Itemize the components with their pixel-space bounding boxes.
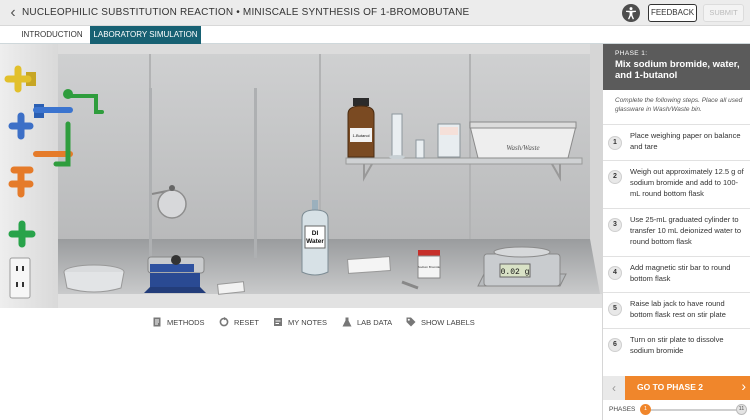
stir-plate[interactable] [144, 255, 206, 293]
step-item[interactable]: 4 Add magnetic stir bar to round bottom … [603, 256, 750, 292]
lab-simulation-scene: DI Water Sodium Bromide 0.02 g 1-Butanol… [0, 44, 602, 308]
tab-laboratory-simulation[interactable]: LABORATORY SIMULATION [90, 26, 201, 44]
methods-button[interactable]: METHODS [152, 316, 205, 330]
phase-title: Mix sodium bromide, water, and 1-butanol [615, 59, 740, 81]
phase-number-label: PHASE 1: [615, 50, 648, 57]
phases-label: PHASES [609, 406, 636, 413]
glass-dish[interactable] [63, 264, 125, 293]
last-phase-marker[interactable]: 11 [736, 404, 747, 415]
tab-bar: INTRODUCTION LABORATORY SIMULATION [0, 26, 750, 44]
phase-panel: PHASE 1: Mix sodium bromide, water, and … [602, 44, 750, 420]
step-text: Place weighing paper on balance and tare [630, 131, 741, 151]
previous-phase-chevron-icon[interactable]: ‹ [603, 376, 625, 400]
weighing-paper[interactable] [216, 281, 246, 295]
my-notes-label: MY NOTES [288, 318, 328, 327]
step-number: 1 [608, 136, 622, 150]
reset-label: RESET [234, 318, 260, 327]
go-to-phase-label: GO TO PHASE 2 [637, 382, 703, 392]
current-phase-marker[interactable]: 1 [640, 404, 651, 415]
phase-progress-track [645, 409, 741, 411]
step-item[interactable]: 1 Place weighing paper on balance and ta… [603, 124, 750, 160]
accessibility-icon[interactable] [622, 4, 640, 22]
tag-icon [406, 317, 416, 327]
phase-instructions: Complete the following steps. Place all … [615, 97, 743, 113]
sodium-bromide-label: Sodium Bromide [418, 265, 441, 269]
back-chevron-icon[interactable]: ‹ [6, 4, 20, 22]
balance-readout: 0.02 g [501, 268, 530, 277]
step-number: 2 [608, 170, 622, 184]
wash-bin-label: Wash/Waste [506, 144, 539, 152]
phase-progress: PHASES 1 11 [603, 400, 750, 420]
lab-data-label: LAB DATA [357, 318, 393, 327]
flask-icon [342, 317, 352, 327]
reset-button[interactable]: RESET [219, 316, 259, 330]
sodium-bromide-jar[interactable]: Sodium Bromide [417, 250, 441, 279]
step-text: Raise lab jack to have round bottom flas… [630, 299, 726, 319]
step-text: Use 25-mL graduated cylinder to transfer… [630, 215, 742, 246]
phase-navigation: ‹ GO TO PHASE 2 › [603, 376, 750, 400]
step-item[interactable]: 3 Use 25-mL graduated cylinder to transf… [603, 208, 750, 256]
methods-label: METHODS [167, 318, 205, 327]
step-text: Add magnetic stir bar to round bottom fl… [630, 263, 731, 283]
step-item[interactable]: 6 Turn on stir plate to dissolve sodium … [603, 328, 750, 376]
step-item[interactable]: 5 Raise lab jack to have round bottom fl… [603, 292, 750, 328]
step-item[interactable]: 2 Weigh out approximately 12.5 g of sodi… [603, 160, 750, 208]
electrical-outlet [9, 257, 31, 299]
di-water-bottle[interactable]: DI Water [301, 200, 329, 276]
chevron-right-icon: › [741, 378, 746, 394]
show-labels-button[interactable]: SHOW LABELS [406, 316, 475, 330]
di-water-label-line2: Water [306, 238, 324, 245]
feedback-button[interactable]: FEEDBACK [648, 4, 697, 22]
weighing-paper-stack[interactable] [347, 256, 391, 274]
butanol-label: 1-Butanol [352, 133, 369, 138]
step-number: 5 [608, 302, 622, 316]
submit-button[interactable]: SUBMIT [703, 4, 744, 22]
step-number: 3 [608, 218, 622, 232]
go-to-next-phase-button[interactable]: GO TO PHASE 2 › [625, 376, 750, 400]
page-title: NUCLEOPHILIC SUBSTITUTION REACTION • MIN… [22, 7, 470, 18]
di-water-label-line1: DI [312, 230, 319, 237]
wash-waste-bin[interactable]: Wash/Waste [469, 121, 577, 159]
my-notes-button[interactable]: MY NOTES [273, 316, 327, 330]
step-text: Weigh out approximately 12.5 g of sodium… [630, 167, 744, 198]
document-icon [152, 317, 162, 327]
step-number: 6 [608, 338, 622, 352]
simulation-toolbar: METHODS RESET MY NOTES LAB DATA SHOW LAB… [0, 308, 602, 336]
beaker[interactable] [437, 123, 461, 158]
show-labels-label: SHOW LABELS [421, 318, 475, 327]
reset-icon [219, 317, 229, 327]
step-text: Turn on stir plate to dissolve sodium br… [630, 335, 724, 355]
lab-data-button[interactable]: LAB DATA [342, 316, 392, 330]
step-list: 1 Place weighing paper on balance and ta… [603, 124, 750, 376]
notes-icon [273, 317, 283, 327]
tab-introduction[interactable]: INTRODUCTION [16, 26, 88, 44]
phase-header: PHASE 1: Mix sodium bromide, water, and … [603, 44, 750, 90]
step-number: 4 [608, 266, 622, 280]
top-bar: ‹ NUCLEOPHILIC SUBSTITUTION REACTION • M… [0, 0, 750, 26]
